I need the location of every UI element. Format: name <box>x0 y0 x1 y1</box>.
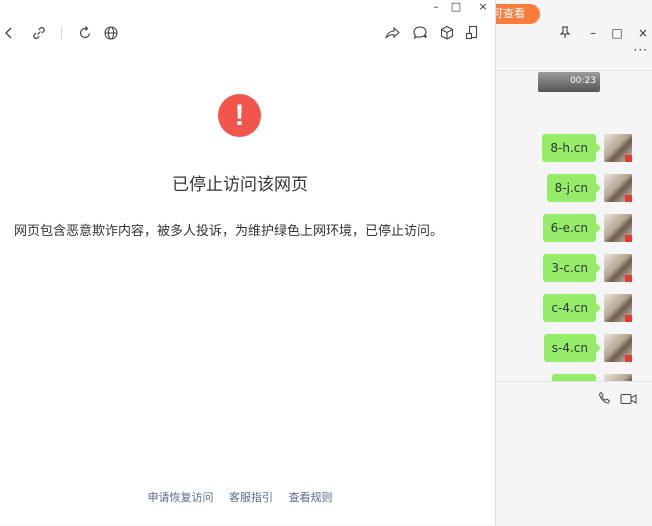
close-button[interactable]: × <box>477 1 489 13</box>
refresh-icon <box>79 26 91 39</box>
avatar[interactable] <box>604 174 632 202</box>
chevron-left-icon <box>5 27 12 39</box>
phone-icon[interactable] <box>598 390 612 409</box>
share-icon <box>385 26 400 39</box>
message-list[interactable]: 00:23 8-h.cn 8-j.cn 6-e.cn 3-c.cn c-4.cn… <box>496 0 652 381</box>
message-bubble[interactable]: c-4.cn <box>543 294 601 322</box>
footer-links: 申请恢复访问 客服指引 查看规则 <box>0 489 480 505</box>
open-in-browser-button[interactable] <box>102 24 120 42</box>
avatar[interactable] <box>604 374 632 381</box>
minimize-button[interactable]: – <box>430 1 442 13</box>
window-icon <box>465 25 478 40</box>
list-item: s-4.cn <box>543 334 652 362</box>
cube-icon <box>440 25 454 40</box>
message-bubble[interactable]: 8-h.cn <box>542 134 601 162</box>
avatar[interactable] <box>604 294 632 322</box>
chat-window: 可查看 – □ × ··· 00:23 8-h.cn 8-j.cn 6-e.cn… <box>496 0 652 526</box>
refresh-button[interactable] <box>76 24 94 42</box>
appeal-link[interactable]: 申请恢复访问 <box>148 491 214 504</box>
copy-link-button[interactable] <box>30 24 48 42</box>
avatar[interactable] <box>604 254 632 282</box>
avatar[interactable] <box>604 134 632 162</box>
chat-bubble-icon <box>413 26 427 39</box>
support-guide-link[interactable]: 客服指引 <box>229 491 273 504</box>
message-bubble[interactable]: 6-e.cn <box>542 214 602 242</box>
video-duration: 00:23 <box>570 76 596 86</box>
window-mode-button[interactable] <box>463 24 481 42</box>
message-bubble[interactable]: 8-j.cn <box>546 174 602 202</box>
message-bubble[interactable]: s-4.cn <box>543 334 602 362</box>
message-bubble[interactable] <box>552 374 596 381</box>
link-icon <box>33 27 45 39</box>
avatar[interactable] <box>604 334 632 362</box>
share-button[interactable] <box>384 24 402 42</box>
video-camera-icon[interactable] <box>620 390 637 409</box>
open-3d-button[interactable] <box>438 24 456 42</box>
list-item: 8-j.cn <box>546 174 652 202</box>
avatar[interactable] <box>604 214 632 242</box>
send-to-chat-button[interactable] <box>411 24 429 42</box>
view-rules-link[interactable]: 查看规则 <box>289 491 333 504</box>
warning-icon: ! <box>218 94 261 137</box>
back-button[interactable] <box>1 24 19 42</box>
browser-toolbar <box>0 22 496 46</box>
video-message[interactable]: 00:23 <box>538 72 600 92</box>
list-item <box>546 374 652 381</box>
list-item: c-4.cn <box>543 294 652 322</box>
globe-icon <box>104 26 118 40</box>
list-item: 6-e.cn <box>542 214 652 242</box>
toolbar-separator <box>61 27 62 40</box>
blocked-description: 网页包含恶意欺诈内容，被多人投诉，为维护绿色上网环境，已停止访问。 <box>14 224 444 239</box>
chat-input-toolbar <box>496 381 652 526</box>
message-bubble[interactable]: 3-c.cn <box>543 254 601 282</box>
list-item: 8-h.cn <box>542 134 652 162</box>
browser-window: – □ × ! 已停止访问该网页 网页包含恶意欺诈内容，被多人投诉，为维护绿色上 <box>0 0 496 525</box>
page-title: 已停止访问该网页 <box>172 175 308 195</box>
list-item: 3-c.cn <box>543 254 652 282</box>
maximize-button[interactable]: □ <box>450 1 462 13</box>
